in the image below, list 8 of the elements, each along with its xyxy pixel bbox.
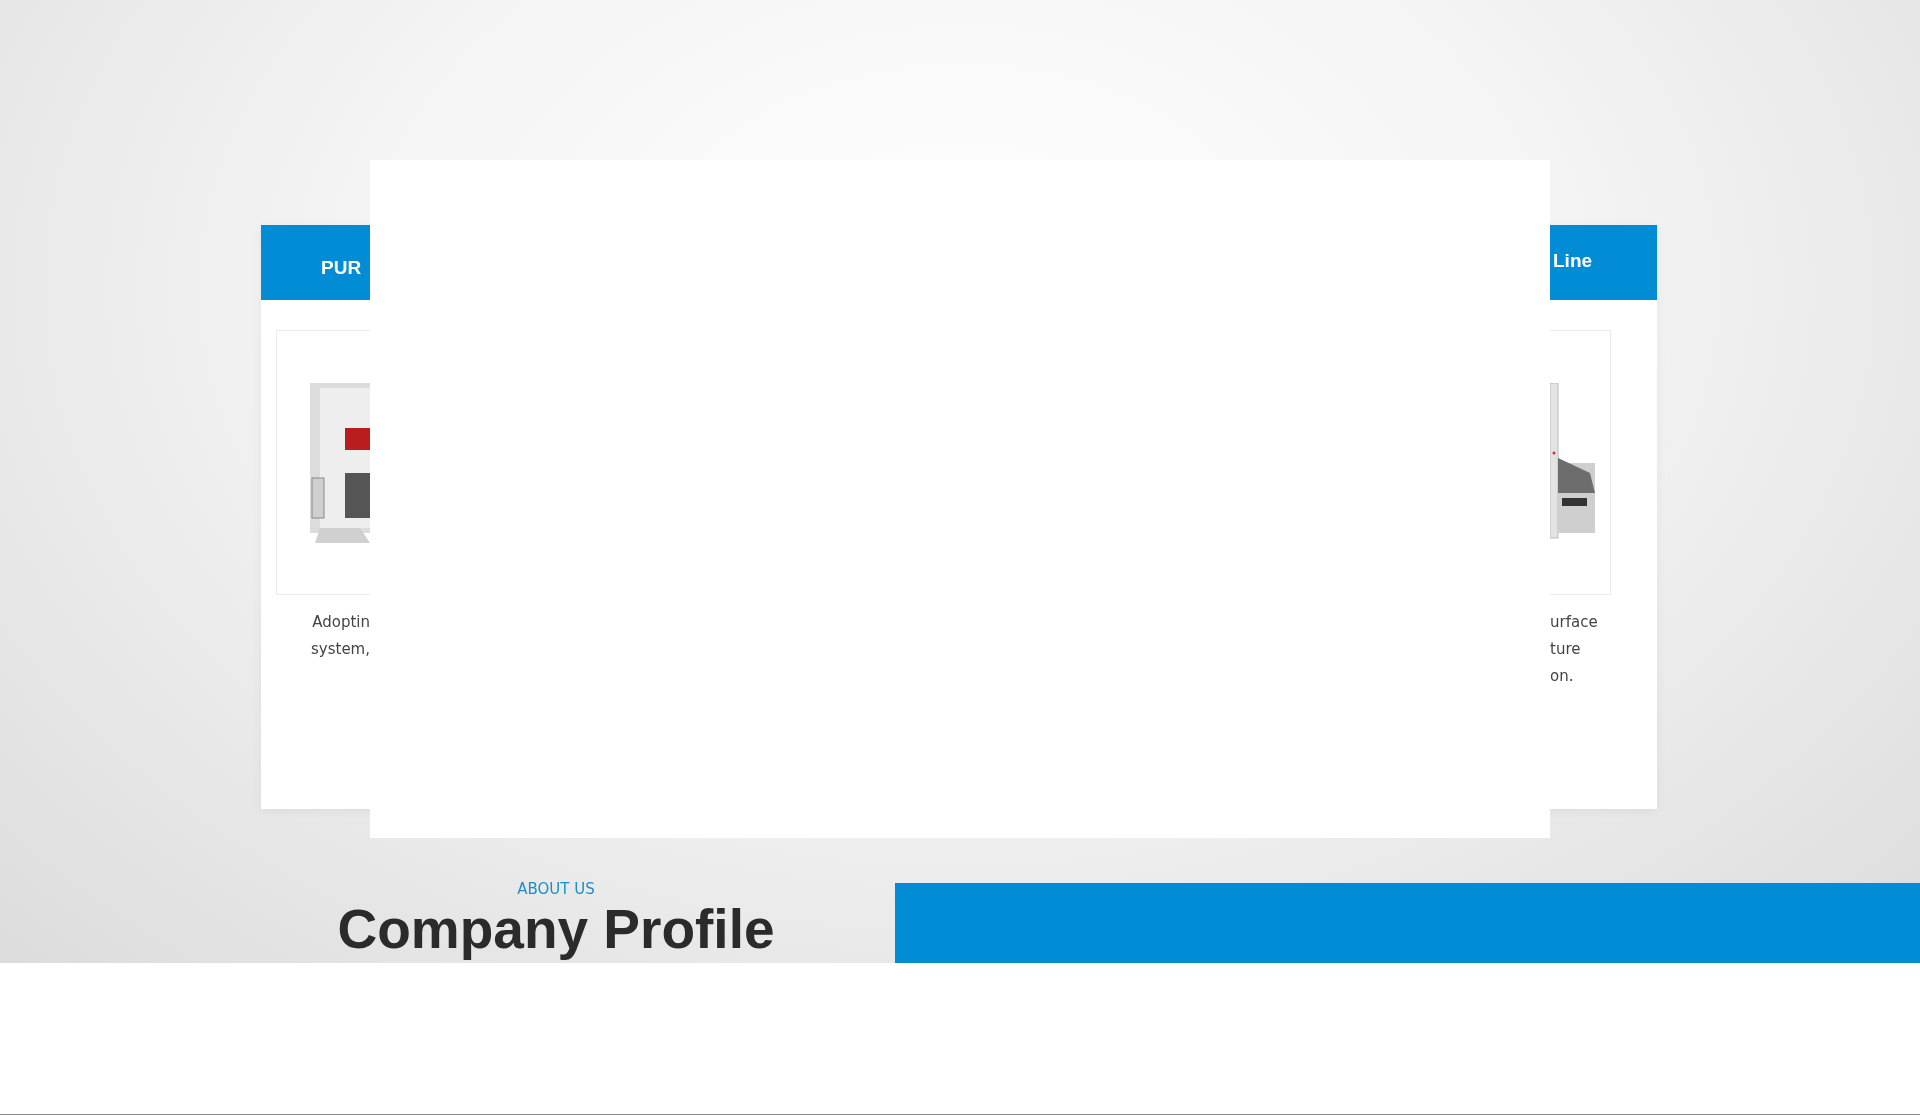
- product-description: Adoptin: [312, 613, 370, 632]
- product-description: system,: [311, 640, 370, 659]
- product-description: on.: [1550, 667, 1574, 686]
- product-description: ture: [1550, 640, 1581, 659]
- product-title: PUR: [320, 256, 363, 279]
- product-description: urface: [1550, 613, 1598, 632]
- section-eyebrow: ABOUT US: [517, 880, 595, 898]
- product-title: Line: [1552, 249, 1594, 272]
